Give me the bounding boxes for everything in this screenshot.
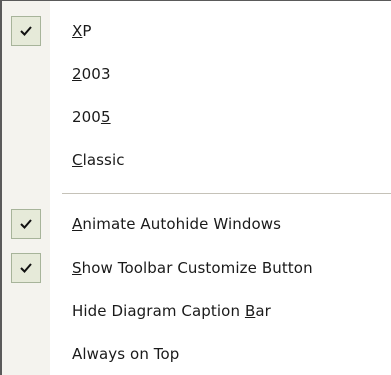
menu-item-label: XP [72,22,92,40]
checkmark-icon [11,209,41,239]
menu-item-label: Animate Autohide Windows [72,215,282,233]
menu-item-xp[interactable]: XP [2,14,391,49]
menu-item-hide-diagram-caption-bar[interactable]: Hide Diagram Caption Bar [2,294,391,329]
menu-item-label: Classic [72,151,125,169]
menu-item-2005[interactable]: 2005 [2,100,391,135]
menu-item-label: 2005 [72,108,111,126]
menu-item-classic[interactable]: Classic [2,143,391,178]
checkmark-icon [11,16,41,46]
menu-item-label: Always on Top [72,345,180,363]
menu-separator [62,193,391,194]
menu-item-label: 2003 [72,65,111,83]
menu-item-label: Show Toolbar Customize Button [72,259,313,277]
view-options-menu: XP 2003 2005 Classic Animate Autohide Wi… [0,0,391,375]
menu-item-label: Hide Diagram Caption Bar [72,302,271,320]
menu-item-always-on-top[interactable]: Always on Top [2,337,391,372]
menu-item-2003[interactable]: 2003 [2,57,391,92]
menu-item-animate-autohide-windows[interactable]: Animate Autohide Windows [2,207,391,242]
menu-item-show-toolbar-customize-button[interactable]: Show Toolbar Customize Button [2,251,391,286]
checkmark-icon [11,253,41,283]
